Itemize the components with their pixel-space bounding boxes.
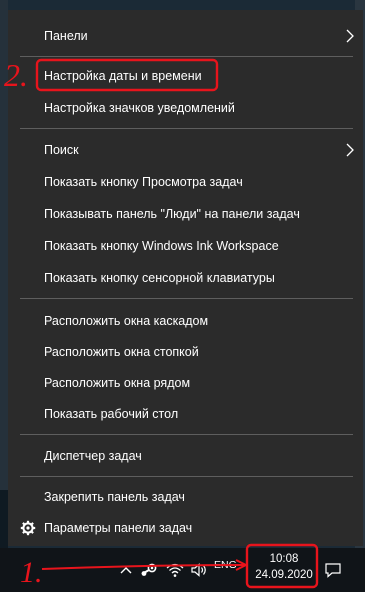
input-language-indicator[interactable]: ENG [214,559,237,571]
show-hidden-icons-button[interactable] [116,548,136,592]
chevron-up-icon [120,567,132,574]
menu-item-stack-windows[interactable]: Расположить окна стопкой [8,336,363,368]
menu-item-search[interactable]: Поиск [8,134,363,166]
menu-item-label: Диспетчер задач [44,449,142,463]
action-center-button[interactable] [322,548,344,592]
volume-icon [191,563,206,577]
chevron-right-icon [346,29,354,43]
taskbar-clock[interactable]: 10:08 24.09.2020 [247,551,321,583]
menu-separator [20,298,353,299]
menu-item-label: Показать кнопку Windows Ink Workspace [44,239,279,253]
menu-item-date-time-settings[interactable]: Настройка даты и времени [8,60,363,92]
menu-separator [20,476,353,477]
menu-item-show-touch-keyboard-button[interactable]: Показать кнопку сенсорной клавиатуры [8,262,363,294]
steam-tray-button[interactable] [138,548,160,592]
menu-item-show-windows-ink-button[interactable]: Показать кнопку Windows Ink Workspace [8,230,363,262]
desktop-background-strip [0,490,8,548]
menu-item-label: Закрепить панель задач [44,490,185,504]
menu-item-label: Поиск [44,143,79,157]
menu-item-show-people-panel[interactable]: Показывать панель "Люди" на панели задач [8,198,363,230]
menu-item-label: Показать кнопку Просмотра задач [44,175,243,189]
clock-date: 24.09.2020 [255,569,313,581]
menu-item-taskbar-settings[interactable]: Параметры панели задач [8,512,363,544]
action-center-icon [325,563,341,578]
menu-item-show-task-view-button[interactable]: Показать кнопку Просмотра задач [8,166,363,198]
wifi-icon [166,563,184,577]
menu-item-lock-taskbar[interactable]: Закрепить панель задач [8,481,363,513]
taskbar-context-menu: Панели Настройка даты и времени Настройк… [8,10,363,546]
chevron-right-icon [346,143,354,157]
menu-item-cascade-windows[interactable]: Расположить окна каскадом [8,305,363,337]
menu-item-show-desktop[interactable]: Показать рабочий стол [8,398,363,430]
menu-item-notification-icons-settings[interactable]: Настройка значков уведомлений [8,92,363,124]
wifi-tray-button[interactable] [164,548,186,592]
menu-item-label: Расположить окна каскадом [44,314,209,328]
taskbar: ENG 10:08 24.09.2020 [0,548,365,592]
menu-item-label: Настройка даты и времени [44,69,202,83]
menu-item-label: Расположить окна стопкой [44,345,199,359]
volume-tray-button[interactable] [188,548,210,592]
menu-item-label: Панели [44,29,88,43]
menu-item-label: Расположить окна рядом [44,376,191,390]
menu-item-task-manager[interactable]: Диспетчер задач [8,440,363,472]
menu-item-side-by-side-windows[interactable]: Расположить окна рядом [8,367,363,399]
menu-item-label: Показывать панель "Люди" на панели задач [44,207,300,221]
menu-item-label: Показать кнопку сенсорной клавиатуры [44,271,275,285]
menu-item-panels[interactable]: Панели [8,20,363,52]
menu-item-label: Параметры панели задач [44,521,193,535]
gear-icon [20,520,36,536]
steam-icon [141,563,157,576]
clock-time: 10:08 [269,553,299,565]
menu-separator [20,128,353,129]
menu-item-label: Настройка значков уведомлений [44,101,235,115]
menu-item-label: Показать рабочий стол [44,407,179,421]
desktop-background-left [0,0,8,548]
menu-separator [20,56,353,57]
menu-separator [20,434,353,435]
